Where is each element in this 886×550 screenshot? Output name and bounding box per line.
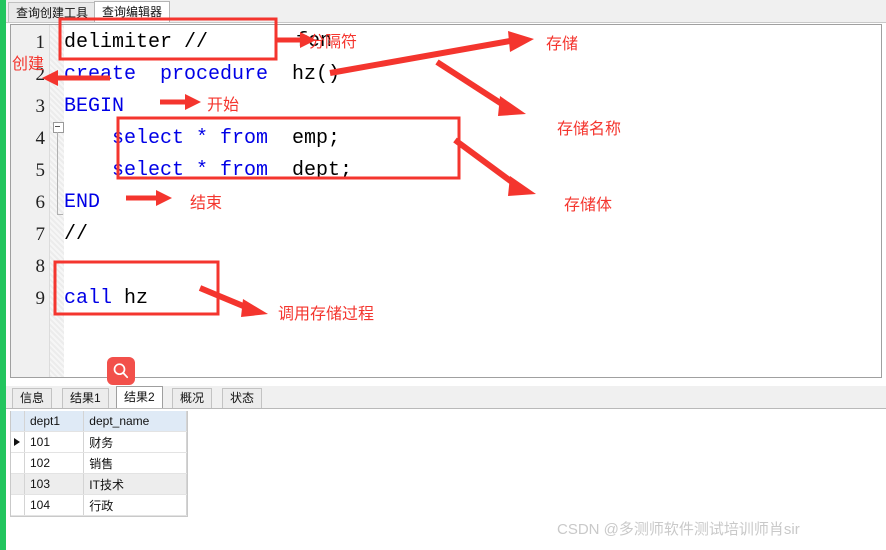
code-line-3: BEGIN bbox=[64, 91, 124, 123]
cell-dept-name[interactable]: 财务 bbox=[83, 431, 187, 453]
table-header-row: dept1 dept_name bbox=[11, 411, 187, 432]
editor-tab-strip: 查询创建工具 查询编辑器 bbox=[6, 0, 886, 23]
tab-query-builder[interactable]: 查询创建工具 bbox=[8, 2, 97, 22]
fold-guide-foot bbox=[57, 214, 63, 215]
watermark: CSDN @多测师软件测试培训师肖sir bbox=[557, 521, 800, 538]
table-row[interactable]: 103 IT技术 bbox=[11, 473, 187, 495]
sql-editor[interactable]: 1 2 3 4 5 6 7 8 9 delimiter // create pr… bbox=[10, 24, 882, 378]
annotation-end: 结束 bbox=[190, 193, 223, 212]
code-line-6: END bbox=[64, 187, 100, 219]
annotation-create: 创建 bbox=[12, 54, 45, 73]
code-token-select-from-1: select * from bbox=[64, 127, 269, 150]
tab-result-2[interactable]: 结果2 bbox=[116, 386, 163, 408]
row-selector-cell[interactable] bbox=[11, 473, 25, 495]
code-token-begin: BEGIN bbox=[64, 95, 125, 118]
row-selector-header bbox=[11, 411, 25, 432]
annotation-begin: 开始 bbox=[207, 95, 240, 114]
fold-guide-line bbox=[57, 132, 58, 214]
row-selector-cell[interactable] bbox=[11, 431, 25, 453]
code-token-delimiter: delimiter // bbox=[64, 31, 209, 54]
code-line-9: call hz bbox=[64, 283, 148, 315]
code-line-7: // bbox=[64, 219, 88, 251]
table-row[interactable]: 102 销售 bbox=[11, 452, 187, 474]
tab-query-editor[interactable]: 查询编辑器 bbox=[94, 1, 171, 22]
cell-dept-name[interactable]: 行政 bbox=[83, 494, 187, 516]
row-selector-cell[interactable] bbox=[11, 494, 25, 516]
code-token-end: END bbox=[64, 191, 101, 214]
code-text-area[interactable]: delimiter // create procedure hz() BEGIN… bbox=[64, 25, 881, 377]
code-token-hz: hz() bbox=[268, 63, 341, 86]
cell-dept1[interactable]: 102 bbox=[24, 452, 85, 474]
line-number: 9 bbox=[35, 288, 46, 309]
table-row[interactable]: 104 行政 bbox=[11, 494, 187, 516]
search-button[interactable] bbox=[107, 357, 135, 385]
row-selector-cell[interactable] bbox=[11, 452, 25, 474]
code-line-5: select * from dept; bbox=[64, 155, 352, 187]
code-token-call-target: hz bbox=[112, 287, 149, 310]
row-caret-icon bbox=[14, 438, 20, 446]
column-header-dept1[interactable]: dept1 bbox=[24, 411, 85, 432]
annotation-delimiter: 分隔符 bbox=[309, 32, 358, 51]
cell-dept1[interactable]: 101 bbox=[24, 431, 85, 453]
line-number: 5 bbox=[35, 160, 46, 181]
code-token-delimiter-end: // bbox=[64, 223, 89, 246]
search-icon bbox=[113, 363, 129, 379]
tab-info[interactable]: 信息 bbox=[12, 388, 53, 408]
cell-dept-name[interactable]: 销售 bbox=[83, 452, 187, 474]
annotation-store: 存储 bbox=[546, 34, 579, 53]
tab-result-1[interactable]: 结果1 bbox=[62, 388, 109, 408]
code-line-4: select * from emp; bbox=[64, 123, 340, 155]
line-number: 6 bbox=[35, 192, 46, 213]
table-row[interactable]: 101 财务 bbox=[11, 431, 187, 453]
code-token-emp: emp; bbox=[268, 127, 341, 150]
code-token-select-from-2: select * from bbox=[64, 159, 269, 182]
code-token-call: call bbox=[64, 287, 113, 310]
fold-toggle-icon[interactable] bbox=[53, 122, 64, 133]
code-line-1: delimiter // bbox=[64, 27, 208, 59]
line-number-gutter: 1 2 3 4 5 6 7 8 9 bbox=[11, 25, 50, 377]
line-number: 8 bbox=[35, 256, 46, 277]
annotation-store-name: 存储名称 bbox=[557, 119, 622, 138]
column-header-dept-name[interactable]: dept_name bbox=[83, 411, 187, 432]
code-line-2: create procedure hz() bbox=[64, 59, 340, 91]
cell-dept1[interactable]: 103 bbox=[24, 473, 85, 495]
tab-profile[interactable]: 概况 bbox=[172, 388, 213, 408]
cell-dept-name[interactable]: IT技术 bbox=[83, 473, 187, 495]
cell-dept1[interactable]: 104 bbox=[24, 494, 85, 516]
tab-status[interactable]: 状态 bbox=[222, 388, 263, 408]
line-number: 3 bbox=[35, 96, 46, 117]
line-number: 7 bbox=[35, 224, 46, 245]
results-tab-strip: 信息 结果1 结果2 概况 状态 bbox=[6, 386, 886, 409]
annotation-call: 调用存储过程 bbox=[278, 304, 375, 323]
line-number: 4 bbox=[35, 128, 46, 149]
code-token-dept: dept; bbox=[268, 159, 353, 182]
app-window: 查询创建工具 查询编辑器 1 2 3 4 5 6 7 8 9 delimiter… bbox=[0, 0, 886, 550]
annotation-store-body: 存储体 bbox=[564, 195, 613, 214]
code-token-create-procedure: create procedure bbox=[64, 63, 269, 86]
result-grid[interactable]: dept1 dept_name 101 财务 102 销售 103 IT技术 1… bbox=[10, 411, 188, 517]
